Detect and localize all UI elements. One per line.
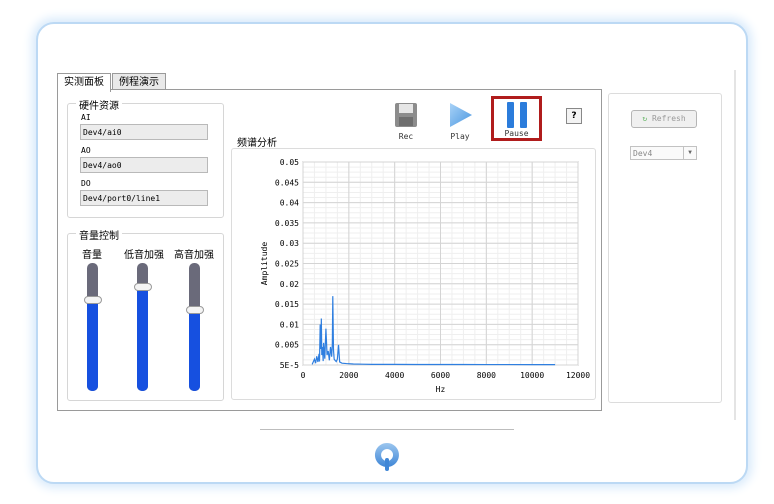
y-tick-label: 5E-5: [280, 361, 299, 370]
x-tick-label: 12000: [566, 371, 590, 380]
bass-boost-slider-fill: [137, 288, 148, 391]
device-select[interactable]: Dev4 ▼: [630, 146, 697, 160]
ao-channel-field[interactable]: Dev4/ao0: [80, 157, 208, 173]
x-tick-label: 8000: [477, 371, 496, 380]
pause-icon: [506, 102, 527, 128]
volume-slider-fill: [87, 298, 98, 391]
scrollbar[interactable]: [734, 70, 736, 420]
device-select-value: Dev4: [633, 149, 653, 158]
play-button[interactable]: Play: [444, 102, 476, 141]
pause-button[interactable]: Pause: [491, 96, 542, 141]
y-tick-label: 0.025: [275, 260, 299, 269]
spectrum-title: 频谱分析: [237, 138, 277, 149]
do-channel-field[interactable]: Dev4/port0/line1: [80, 190, 208, 206]
ao-label: AO: [81, 146, 91, 155]
app-logo-icon: [372, 440, 402, 476]
treble-boost-slider-thumb[interactable]: [186, 306, 204, 314]
bass-boost-label: 低音加强: [124, 250, 164, 261]
ai-label: AI: [81, 113, 91, 122]
x-tick-label: 10000: [520, 371, 544, 380]
volume-slider[interactable]: [87, 263, 98, 391]
y-tick-label: 0.03: [280, 239, 299, 248]
spectrum-chart: 0 2000 4000 6000 8000 10000 12000 5E-5 0.005 0.01…: [260, 158, 590, 394]
y-tick-label: 0.01: [280, 320, 299, 329]
y-tick-label: 0.04: [280, 199, 299, 208]
bass-boost-slider-thumb[interactable]: [134, 283, 152, 291]
treble-boost-label: 高音加强: [174, 250, 214, 261]
refresh-button[interactable]: ↻ Refresh: [631, 110, 697, 128]
y-tick-label: 0.015: [275, 300, 299, 309]
y-tick-label: 0.035: [275, 219, 299, 228]
play-label: Play: [450, 132, 470, 141]
treble-boost-slider-fill: [189, 310, 200, 391]
device-panel: [608, 93, 722, 403]
do-label: DO: [81, 179, 91, 188]
x-tick-label: 6000: [431, 371, 450, 380]
volume-slider-thumb[interactable]: [84, 296, 102, 304]
play-icon: [450, 103, 472, 127]
x-tick-label: 4000: [385, 371, 404, 380]
hardware-group-title: 硬件资源: [76, 97, 122, 112]
y-tick-label: 0.005: [275, 341, 299, 350]
refresh-label: Refresh: [651, 114, 686, 123]
refresh-icon: ↻: [642, 114, 648, 123]
chevron-down-icon: ▼: [683, 147, 696, 159]
rec-label: Rec: [398, 132, 414, 141]
treble-boost-slider[interactable]: [189, 263, 200, 391]
y-tick-label: 0.05: [280, 158, 299, 167]
x-axis-label: Hz: [436, 385, 446, 394]
rec-button[interactable]: Rec: [390, 102, 422, 141]
y-axis-label: Amplitude: [260, 242, 269, 286]
volume-group-title: 音量控制: [76, 227, 122, 242]
tab-live-panel[interactable]: 实测面板: [57, 73, 111, 92]
divider: [260, 429, 514, 430]
help-button[interactable]: ?: [566, 108, 582, 124]
x-tick-label: 0: [301, 371, 306, 380]
x-tick-label: 2000: [339, 371, 358, 380]
y-tick-label: 0.02: [280, 280, 299, 289]
tab-bar: 实测面板 例程演示: [57, 73, 167, 92]
pause-label: Pause: [504, 129, 529, 138]
volume-label: 音量: [82, 250, 102, 261]
ai-channel-field[interactable]: Dev4/ai0: [80, 124, 208, 140]
y-tick-label: 0.045: [275, 178, 299, 187]
save-disk-icon: [395, 103, 417, 127]
